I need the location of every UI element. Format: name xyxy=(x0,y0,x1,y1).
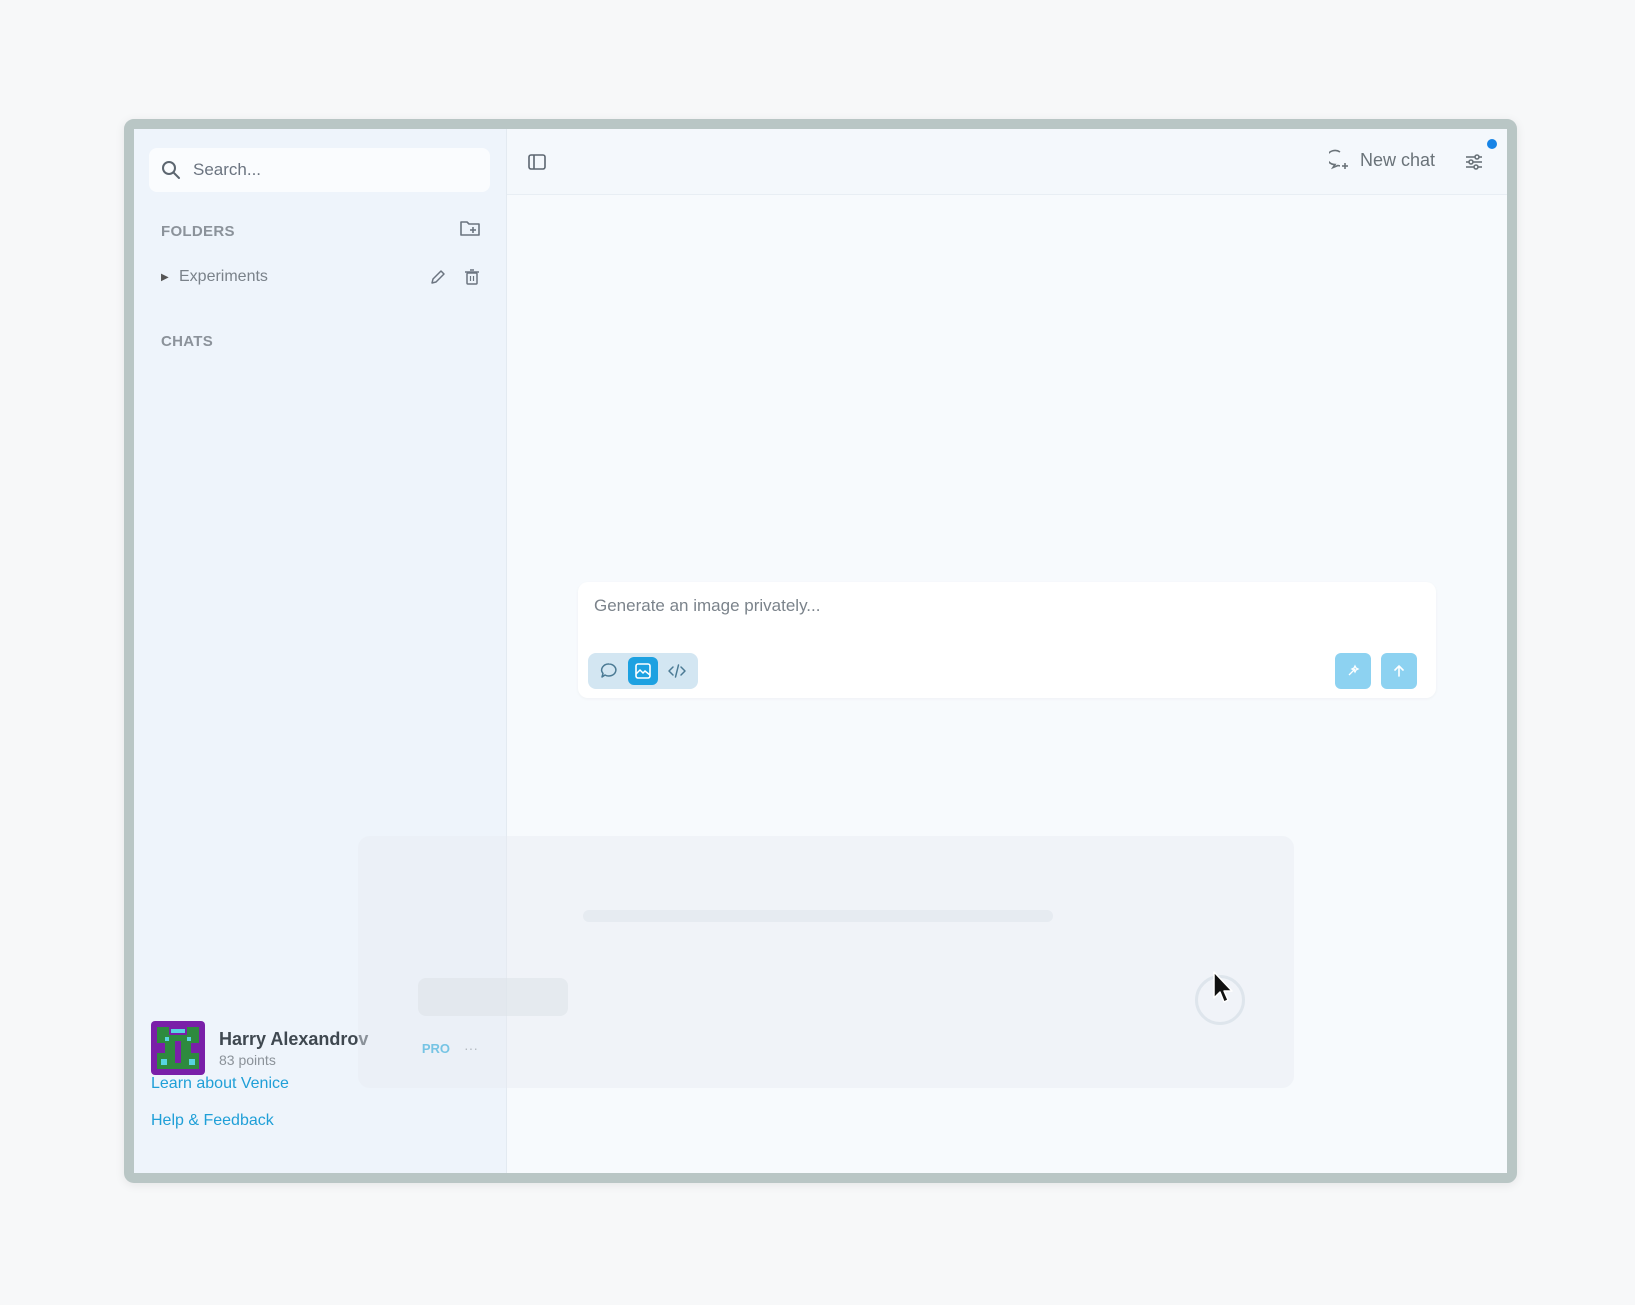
folder-item[interactable]: ▶ Experiments xyxy=(161,262,481,292)
enhance-button[interactable] xyxy=(1335,653,1371,689)
user-name: Harry Alexandrov xyxy=(219,1028,369,1049)
prompt-input[interactable] xyxy=(592,594,1416,628)
sparkle-icon xyxy=(1348,664,1360,676)
avatar xyxy=(151,1021,205,1075)
mouse-cursor-icon xyxy=(1213,971,1233,1003)
mode-selector xyxy=(588,653,698,689)
search-box[interactable] xyxy=(149,148,490,192)
folder-plus-icon[interactable] xyxy=(459,217,481,239)
pencil-icon[interactable] xyxy=(429,268,447,286)
folder-name: Experiments xyxy=(179,268,268,285)
search-input[interactable] xyxy=(191,159,475,181)
learn-about-link[interactable]: Learn about Venice xyxy=(151,1075,289,1093)
notification-dot xyxy=(1487,139,1497,149)
panel-toggle-icon[interactable] xyxy=(527,152,547,172)
chat-mode-button[interactable] xyxy=(594,657,624,685)
sliders-icon[interactable] xyxy=(1463,151,1485,173)
loading-placeholder xyxy=(418,978,568,1016)
speech-bubble-icon xyxy=(600,663,617,678)
arrow-up-icon xyxy=(1394,665,1404,677)
new-chat-button[interactable]: New chat xyxy=(1328,149,1435,171)
chat-plus-icon xyxy=(1328,149,1348,170)
send-button[interactable] xyxy=(1381,653,1417,689)
loading-placeholder xyxy=(583,910,1053,922)
composer xyxy=(578,582,1436,698)
new-chat-label: New chat xyxy=(1359,149,1435,170)
user-points: 83 points xyxy=(219,1051,276,1068)
loading-overlay xyxy=(358,836,1294,1088)
app-window: FOLDERS ▶ Experiments CHA xyxy=(124,119,1517,1183)
help-feedback-link[interactable]: Help & Feedback xyxy=(151,1112,274,1130)
folders-heading: FOLDERS xyxy=(161,223,235,240)
trash-icon[interactable] xyxy=(463,268,481,286)
image-mode-button[interactable] xyxy=(628,657,658,685)
top-bar: New chat xyxy=(507,129,1507,195)
code-icon xyxy=(668,664,686,678)
search-icon xyxy=(162,161,180,179)
code-mode-button[interactable] xyxy=(662,657,692,685)
image-icon xyxy=(635,663,651,679)
caret-right-icon[interactable]: ▶ xyxy=(161,272,179,283)
chats-heading: CHATS xyxy=(161,333,214,350)
